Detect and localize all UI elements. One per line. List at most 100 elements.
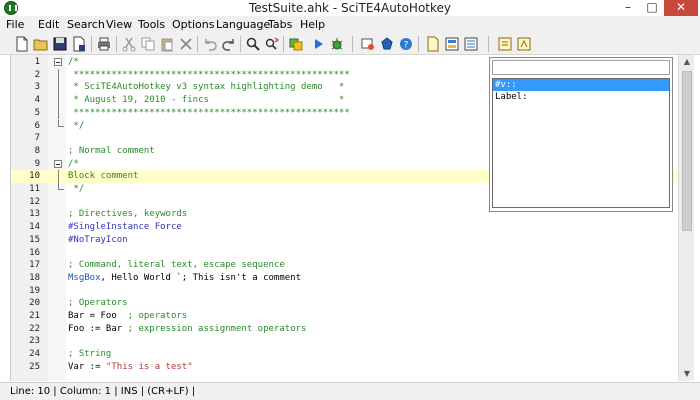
debug-icon[interactable] [329, 36, 345, 52]
line-number: 16 [29, 247, 40, 258]
menu-options[interactable]: Options [172, 16, 214, 33]
line-number: 12 [29, 196, 40, 207]
code-text: ; Directives, keywords [68, 209, 188, 220]
title-bar: TestSuite.ahk - SciTE4AutoHotkey – □ ✕ [0, 0, 700, 16]
status-bar: Line: 10 | Column: 1 | INS | (CR+LF) | [0, 382, 700, 400]
code-line[interactable]: 17 ; Command, literal text, escape sequen… [11, 259, 678, 272]
copy-icon[interactable] [140, 36, 156, 52]
menu-bar: File Edit Search View Tools Options Lang… [0, 16, 700, 33]
code-text: Var := "This is a test" [68, 361, 193, 374]
line-number: 24 [29, 349, 40, 360]
fold-line [58, 81, 59, 95]
code-token: MsgBox [68, 272, 101, 283]
code-text: ****************************************… [68, 69, 350, 80]
line-number: 4 [34, 95, 40, 106]
fold-line [58, 94, 59, 107]
toolbar-separator [488, 36, 489, 52]
menu-language[interactable]: Language [216, 16, 270, 33]
save-as-icon[interactable] [71, 36, 87, 52]
replace-icon[interactable] [264, 36, 280, 52]
code-text: */ [68, 184, 85, 194]
scroll-up-arrow-icon[interactable]: ▲ [679, 55, 695, 69]
properties-icon[interactable] [463, 36, 479, 52]
undo-icon[interactable] [202, 36, 218, 52]
line-number: 9 [34, 158, 40, 169]
code-token: "This is a test" [105, 361, 193, 372]
cut-icon[interactable] [121, 36, 137, 52]
scroll-down-arrow-icon[interactable]: ▼ [679, 367, 695, 381]
code-text: MsgBox, Hello World `; This isn't a comm… [68, 272, 301, 285]
toolbox-icon[interactable] [425, 36, 441, 52]
scrollbar-thumb[interactable] [682, 71, 692, 231]
autocomplete-item[interactable]: Label: [493, 91, 669, 103]
menu-help[interactable]: Help [300, 16, 325, 33]
print-icon[interactable] [96, 36, 112, 52]
code-line[interactable]: 15 #NoTrayIcon [11, 234, 678, 247]
code-line[interactable]: 24 ; String [11, 348, 678, 361]
fold-toggle-icon[interactable] [54, 58, 62, 66]
autocomplete-item[interactable]: #v:: [493, 79, 669, 91]
code-line[interactable]: 19 [11, 285, 678, 298]
line-number: 25 [29, 361, 40, 372]
autocomplete-list[interactable]: #v:: Label: [492, 78, 670, 208]
code-token: Foo := Bar [68, 323, 128, 334]
code-text: * August 19, 2010 - fincs * [68, 95, 345, 106]
vertical-scrollbar[interactable]: ▲ ▼ [678, 55, 694, 381]
code-token: , Hello World `; This isn't a comment [100, 272, 301, 283]
run-icon[interactable] [310, 36, 326, 52]
help-icon[interactable]: ? [398, 36, 414, 52]
line-number: 20 [29, 298, 40, 309]
fold-line [58, 170, 59, 183]
svg-text:?: ? [404, 41, 409, 51]
code-line[interactable]: 22 Foo := Bar ; expression assignment ope… [11, 323, 678, 336]
code-line[interactable]: 23 [11, 335, 678, 348]
new-file-icon[interactable] [14, 36, 30, 52]
menu-edit[interactable]: Edit [38, 16, 59, 33]
code-line[interactable]: 14 #SingleInstance Force [11, 221, 678, 234]
code-line[interactable]: 18 MsgBox, Hello World `; This isn't a co… [11, 272, 678, 285]
toolbar-separator [352, 36, 353, 52]
window-spy-icon[interactable] [360, 36, 376, 52]
line-number: 18 [29, 272, 40, 283]
line-number: 6 [34, 120, 40, 131]
about-icon[interactable] [516, 36, 532, 52]
minimize-button[interactable]: – [616, 0, 640, 16]
line-number: 2 [34, 69, 40, 80]
redo-icon[interactable] [221, 36, 237, 52]
autocomplete-input[interactable] [492, 60, 670, 75]
line-number: 23 [29, 336, 40, 347]
menu-tools[interactable]: Tools [138, 16, 165, 33]
code-line[interactable]: 21 Bar = Foo ; operators [11, 310, 678, 323]
toolbar-separator [116, 36, 117, 52]
maximize-button[interactable]: □ [640, 0, 664, 16]
paste-icon[interactable] [159, 36, 175, 52]
menu-search[interactable]: Search [67, 16, 105, 33]
fold-toggle-icon[interactable] [54, 159, 62, 168]
code-text: ; Normal comment [68, 145, 155, 156]
close-button[interactable]: ✕ [664, 0, 698, 16]
save-icon[interactable] [52, 36, 68, 52]
line-number: 5 [34, 107, 40, 118]
compile-icon[interactable] [288, 36, 304, 52]
globe-icon[interactable] [379, 36, 395, 52]
menu-file[interactable]: File [6, 16, 24, 33]
code-line[interactable]: 20 ; Operators [11, 297, 678, 310]
code-token: Var := [68, 361, 106, 372]
line-number: 17 [29, 260, 40, 271]
code-text: */ [68, 120, 85, 131]
code-token: ; operators [127, 311, 188, 321]
code-text: ; Operators [68, 298, 128, 309]
open-folder-icon[interactable] [33, 36, 49, 52]
code-line[interactable]: 16 [11, 247, 678, 260]
settings-icon[interactable] [497, 36, 513, 52]
menu-view[interactable]: View [106, 16, 132, 33]
delete-icon[interactable] [178, 36, 194, 52]
line-number: 8 [34, 145, 40, 156]
reference-icon[interactable] [444, 36, 460, 52]
menu-tabs[interactable]: Tabs [268, 16, 292, 33]
fold-line [58, 106, 59, 120]
code-line[interactable]: 25 Var := "This is a test" [11, 361, 678, 374]
fold-end-marker [58, 119, 64, 127]
code-text: * SciTE4AutoHotkey v3 syntax highlightin… [68, 82, 345, 93]
find-icon[interactable] [245, 36, 261, 52]
